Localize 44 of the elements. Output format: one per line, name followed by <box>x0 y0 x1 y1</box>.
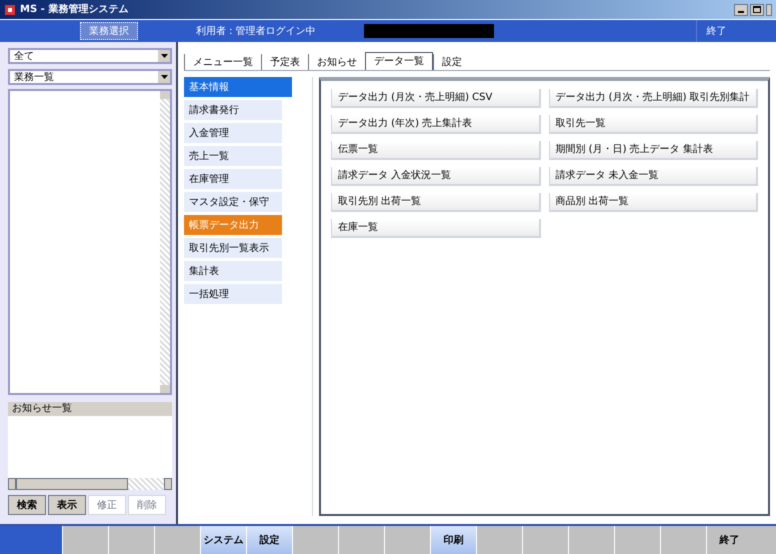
menu-button[interactable]: 請求データ 未入金一覧 <box>548 167 758 186</box>
header-tab[interactable]: 利用者 : 管理者ログイン中 <box>188 22 324 40</box>
menu-item[interactable]: マスタ設定・保守 <box>184 192 282 212</box>
tab[interactable]: 設定 <box>433 54 470 70</box>
menu-button[interactable]: 請求データ 入金状況一覧 <box>331 167 540 186</box>
menu-item[interactable]: 入金管理 <box>184 123 282 143</box>
dropdown[interactable]: 全て <box>8 48 172 64</box>
horizontal-scrollbar[interactable] <box>8 478 172 490</box>
menu-item[interactable]: 基本情報 <box>184 77 292 97</box>
menu-button[interactable]: 取引先一覧 <box>548 115 758 134</box>
app-icon <box>4 4 16 16</box>
tab[interactable]: データ一覧 <box>365 52 433 70</box>
maximize-button[interactable] <box>750 4 764 16</box>
panel-tab[interactable]: 修正 <box>88 495 126 515</box>
menu-button[interactable]: データ出力 (月次・売上明細) 取引先別集計 <box>548 89 758 108</box>
taskbar-button[interactable]: システム <box>200 526 246 554</box>
tab[interactable]: 予定表 <box>261 54 308 70</box>
menu-button[interactable]: データ出力 (年次) 売上集計表 <box>331 115 540 134</box>
window-title: MS - 業務管理システム <box>20 2 128 17</box>
menu-item[interactable]: 集計表 <box>184 261 282 281</box>
panel-tab[interactable]: 表示 <box>48 495 86 515</box>
menu-item[interactable]: 一括処理 <box>184 284 282 304</box>
vertical-scrollbar[interactable] <box>160 91 170 393</box>
menu-button[interactable]: データ出力 (月次・売上明細) CSV <box>331 89 540 108</box>
menu-item[interactable]: 在庫管理 <box>184 169 282 189</box>
panel-tab[interactable]: 検索 <box>8 495 46 515</box>
start-area <box>0 526 62 554</box>
menu-button[interactable]: 商品別 出荷一覧 <box>548 193 758 212</box>
taskbar-button[interactable]: 設定 <box>246 526 292 554</box>
menu-button[interactable]: 取引先別 出荷一覧 <box>331 193 540 212</box>
tab[interactable]: メニュー一覧 <box>184 54 261 70</box>
header-tab[interactable]: 業務選択 <box>80 22 138 40</box>
list-header: お知らせ一覧 <box>8 402 172 416</box>
dropdown[interactable]: 業務一覧 <box>8 69 172 85</box>
menu-button[interactable]: 伝票一覧 <box>331 141 540 160</box>
menu-item[interactable]: 売上一覧 <box>184 146 282 166</box>
taskbar-button[interactable]: 印刷 <box>430 526 476 554</box>
menu-button[interactable]: 期間別 (月・日) 売上データ 集計表 <box>548 141 758 160</box>
menu-item[interactable]: 請求書発行 <box>184 100 282 120</box>
exit-button[interactable]: 終了 <box>696 20 736 42</box>
menu-item[interactable]: 取引先別一覧表示 <box>184 238 282 258</box>
menu-button[interactable]: 在庫一覧 <box>331 219 540 238</box>
panel-tab[interactable]: 削除 <box>128 495 166 515</box>
minimize-button[interactable] <box>734 4 748 16</box>
